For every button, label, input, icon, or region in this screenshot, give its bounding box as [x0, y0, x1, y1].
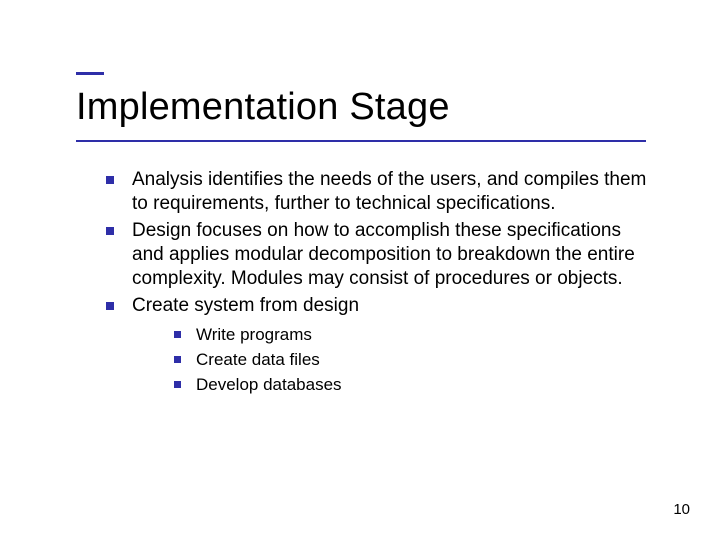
bullet-item: Create system from design Write programs… [104, 294, 656, 397]
bullet-text: Analysis identifies the needs of the use… [132, 169, 646, 214]
slide: Implementation Stage Analysis identifies… [0, 0, 720, 540]
bullet-item: Analysis identifies the needs of the use… [104, 168, 656, 217]
sub-bullet-item: Write programs [172, 324, 656, 347]
page-number: 10 [673, 501, 690, 518]
bullet-item: Design focuses on how to accomplish thes… [104, 219, 656, 292]
bullet-list: Analysis identifies the needs of the use… [104, 168, 656, 397]
title-underline [76, 140, 646, 142]
sub-bullet-text: Write programs [196, 325, 312, 344]
body-content: Analysis identifies the needs of the use… [104, 168, 656, 399]
sub-bullet-text: Develop databases [196, 375, 342, 394]
sub-bullet-list: Write programs Create data files Develop… [132, 324, 656, 397]
bullet-text: Design focuses on how to accomplish thes… [132, 220, 635, 290]
sub-bullet-item: Develop databases [172, 374, 656, 397]
sub-bullet-text: Create data files [196, 350, 320, 369]
sub-bullet-item: Create data files [172, 349, 656, 372]
slide-title: Implementation Stage [76, 86, 450, 129]
bullet-text: Create system from design [132, 295, 359, 316]
title-block: Implementation Stage [76, 86, 450, 129]
title-accent-bar [76, 72, 104, 75]
